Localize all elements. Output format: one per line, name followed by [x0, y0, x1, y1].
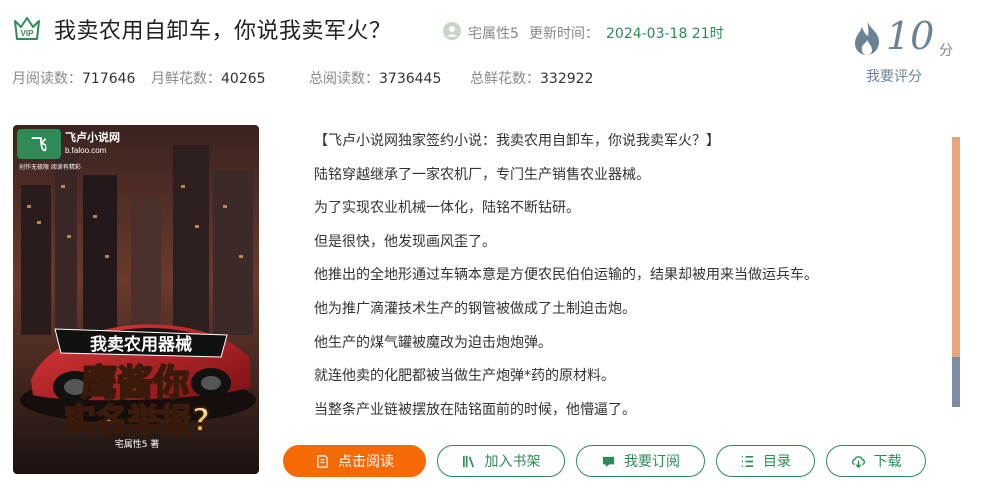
scrollbar-thumb[interactable]: [952, 137, 960, 357]
update-time-label: 更新时间：: [529, 26, 599, 42]
book-open-icon: [317, 454, 328, 468]
update-time-value: 2024-03-18 21时: [606, 26, 724, 42]
score-value: 10: [886, 14, 935, 58]
table-of-contents-button[interactable]: 目录: [716, 445, 815, 477]
rate-button[interactable]: 我要评分: [866, 66, 922, 86]
author-avatar-icon: [443, 22, 461, 40]
stat-monthly-flowers: 月鲜花数：40265: [151, 71, 266, 87]
cover-slogan: 创作无极限 阅读有精彩: [19, 163, 81, 171]
cloud-download-icon: [851, 455, 865, 468]
description-line: 就连他卖的化肥都被当做生产炮弹*药的原材料。: [314, 368, 615, 385]
score-panel: 10 分 我要评分: [850, 14, 960, 88]
description-line: 为了实现农业机械一体化，陆铭不断钻研。: [314, 200, 580, 217]
list-icon: [741, 455, 754, 467]
svg-text:飞: 飞: [31, 136, 47, 154]
flame-icon: [855, 21, 880, 55]
add-to-shelf-button[interactable]: 加入书架: [437, 445, 565, 477]
description-line: 【飞卢小说网独家签约小说：我卖农用自卸车，你说我卖军火？】: [314, 133, 720, 149]
cover-banner-text: 我卖农用器械: [90, 334, 192, 355]
description-line: 陆铭穿越继承了一家农机厂，专门生产销售农业器械。: [314, 166, 650, 183]
scrollbar-lower[interactable]: [952, 357, 960, 407]
download-button[interactable]: 下载: [826, 445, 926, 477]
book-title: 我卖农用自卸车，你说我卖军火？: [54, 19, 392, 44]
download-label: 下载: [873, 454, 902, 470]
book-description: 【飞卢小说网独家签约小说：我卖农用自卸车，你说我卖军火？】 陆铭穿越继承了一家农…: [314, 131, 934, 433]
cover-big-text-2: 实名举报?: [64, 401, 211, 439]
subscribe-button[interactable]: 我要订阅: [576, 445, 705, 477]
add-to-shelf-label: 加入书架: [484, 454, 541, 470]
stat-monthly-reads: 月阅读数：717646: [12, 71, 136, 87]
bookshelf-icon: [462, 455, 474, 467]
cover-site-name: 飞卢小说网: [65, 130, 120, 144]
description-line: 当整条产业链被摆放在陆铭面前的时候，他懵逼了。: [314, 401, 636, 418]
read-button[interactable]: 点击阅读: [283, 445, 426, 477]
book-cover[interactable]: 飞 飞卢小说网 b.faloo.com 创作无极限 阅读有精彩 我卖农用器械 鹰…: [13, 125, 259, 474]
subscribe-icon: [602, 456, 615, 467]
author-name[interactable]: 宅属性5: [468, 23, 519, 43]
description-line: 他生产的煤气罐被魔改为迫击炮炮弹。: [314, 334, 552, 351]
cover-author-tag: 宅属性5 著: [115, 438, 160, 450]
read-button-label: 点击阅读: [338, 454, 394, 470]
score-unit: 分: [939, 43, 953, 59]
cover-site-url: b.faloo.com: [65, 146, 107, 155]
table-of-contents-label: 目录: [763, 454, 791, 470]
subscribe-label: 我要订阅: [624, 454, 680, 470]
vip-label: VIP: [21, 29, 35, 38]
cover-big-text-1: 鹰酱你: [81, 363, 189, 404]
stat-total-flowers: 总鲜花数：332922: [470, 71, 594, 87]
vip-crown-icon: VIP: [14, 17, 40, 40]
description-line: 但是很快，他发现画风歪了。: [314, 233, 496, 250]
stat-total-reads: 总阅读数：3736445: [309, 71, 442, 87]
description-line: 他推出的全地形通过车辆本意是方便农民伯伯运输的，结果却被用来当做运兵车。: [314, 267, 818, 284]
description-line: 他为推广滴灌技术生产的钢管被做成了土制迫击炮。: [314, 300, 636, 317]
